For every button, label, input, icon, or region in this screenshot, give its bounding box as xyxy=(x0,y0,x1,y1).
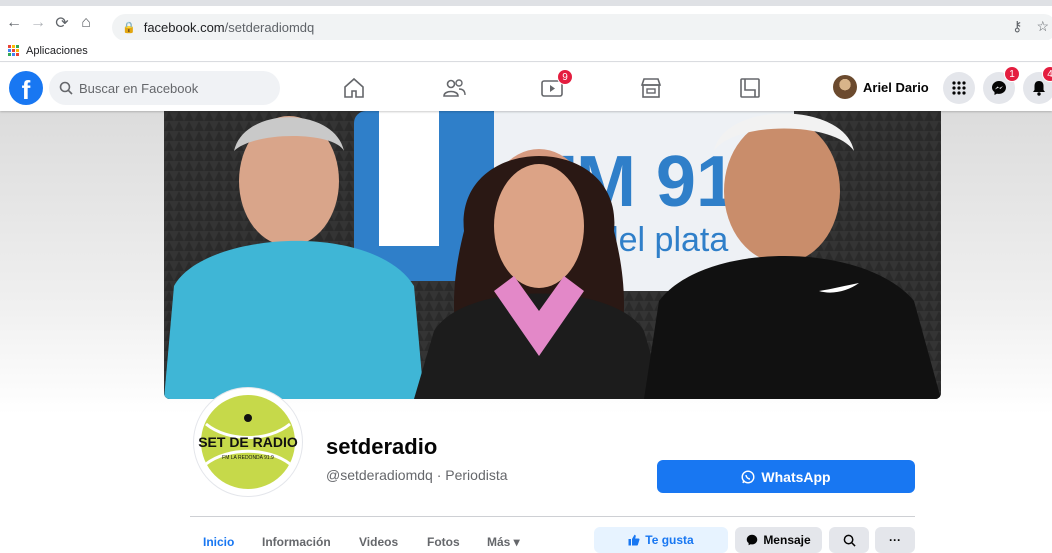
whatsapp-icon xyxy=(741,469,755,484)
search-input[interactable] xyxy=(79,80,259,96)
tab-inicio[interactable]: Inicio xyxy=(203,535,234,549)
forward-icon[interactable]: → xyxy=(26,14,50,32)
messenger-small-icon xyxy=(747,534,758,546)
profile-logo-subtext: FM LA REDONDA 91.9 xyxy=(222,455,274,461)
profile-logo-text: SET DE RADIO xyxy=(198,434,298,450)
set-de-radio-logo: SET DE RADIO FM LA REDONDA 91.9 xyxy=(198,395,298,489)
tab-videos[interactable]: Videos xyxy=(359,535,398,549)
thumbs-up-icon xyxy=(628,534,640,546)
apps-grid-icon xyxy=(8,45,19,56)
cover-illustration: FM 91 del plata xyxy=(164,111,941,399)
reload-icon[interactable]: ⟳ xyxy=(50,13,74,33)
grid-menu-icon xyxy=(952,81,966,95)
page-title: setderadio xyxy=(326,434,438,459)
url-path: /setderadiomdq xyxy=(224,20,315,35)
address-bar[interactable]: 🔒 facebook.com/setderadiomdq ⚷ ☆ xyxy=(112,14,1052,41)
like-button[interactable]: Te gusta xyxy=(594,527,728,553)
home-nav-icon[interactable] xyxy=(342,76,366,100)
back-icon[interactable]: ← xyxy=(2,14,26,32)
page-handle-category: @setderadiomdq · Periodista xyxy=(326,467,508,483)
messenger-icon xyxy=(992,81,1006,95)
more-options-button[interactable]: ··· xyxy=(875,527,915,553)
facebook-logo-icon[interactable]: f xyxy=(9,71,43,105)
bookmark-apps[interactable]: Aplicaciones xyxy=(26,45,88,57)
home-icon[interactable]: ⌂ xyxy=(74,14,98,32)
notifications-badge: 4 xyxy=(1042,66,1052,82)
marketplace-nav-icon[interactable] xyxy=(639,76,663,100)
lock-icon: 🔒 xyxy=(122,22,136,34)
bell-icon xyxy=(1033,81,1045,96)
whatsapp-button[interactable]: WhatsApp xyxy=(657,460,915,493)
tab-informacion[interactable]: Información xyxy=(262,535,331,549)
friends-nav-icon[interactable] xyxy=(442,76,466,100)
profile-name: Ariel Dario xyxy=(863,79,929,95)
browser-toolbar: ← → ⟳ ⌂ 🔒 facebook.com/setderadiomdq ⚷ ☆ xyxy=(0,0,1052,41)
messenger-badge: 1 xyxy=(1004,66,1020,82)
key-icon[interactable]: ⚷ xyxy=(1012,18,1022,35)
url-host: facebook.com xyxy=(143,20,225,35)
bookmarks-bar: Aplicaciones xyxy=(0,40,1052,62)
tab-more[interactable]: Más ▾ xyxy=(487,535,520,549)
cover-sign-sub: del plata xyxy=(600,221,729,259)
tab-fotos[interactable]: Fotos xyxy=(427,535,460,549)
bookmark-star-icon[interactable]: ☆ xyxy=(1036,18,1049,35)
profile-picture[interactable]: SET DE RADIO FM LA REDONDA 91.9 xyxy=(194,388,302,496)
fb-search-box[interactable] xyxy=(49,71,280,105)
search-icon xyxy=(59,81,73,95)
profile-shortcut[interactable]: Ariel Dario xyxy=(833,75,929,99)
gaming-nav-icon[interactable] xyxy=(738,76,762,100)
page-search-button[interactable] xyxy=(829,527,869,553)
avatar xyxy=(833,75,857,99)
message-button[interactable]: Mensaje xyxy=(735,527,822,553)
header-divider xyxy=(190,516,915,517)
menu-button[interactable] xyxy=(943,72,975,104)
cover-photo[interactable]: FM 91 del plata xyxy=(164,111,941,399)
watch-badge: 9 xyxy=(557,69,573,85)
whatsapp-label: WhatsApp xyxy=(761,468,831,485)
fb-top-bar: f 9 Ariel Dario 1 4 xyxy=(0,63,1052,111)
